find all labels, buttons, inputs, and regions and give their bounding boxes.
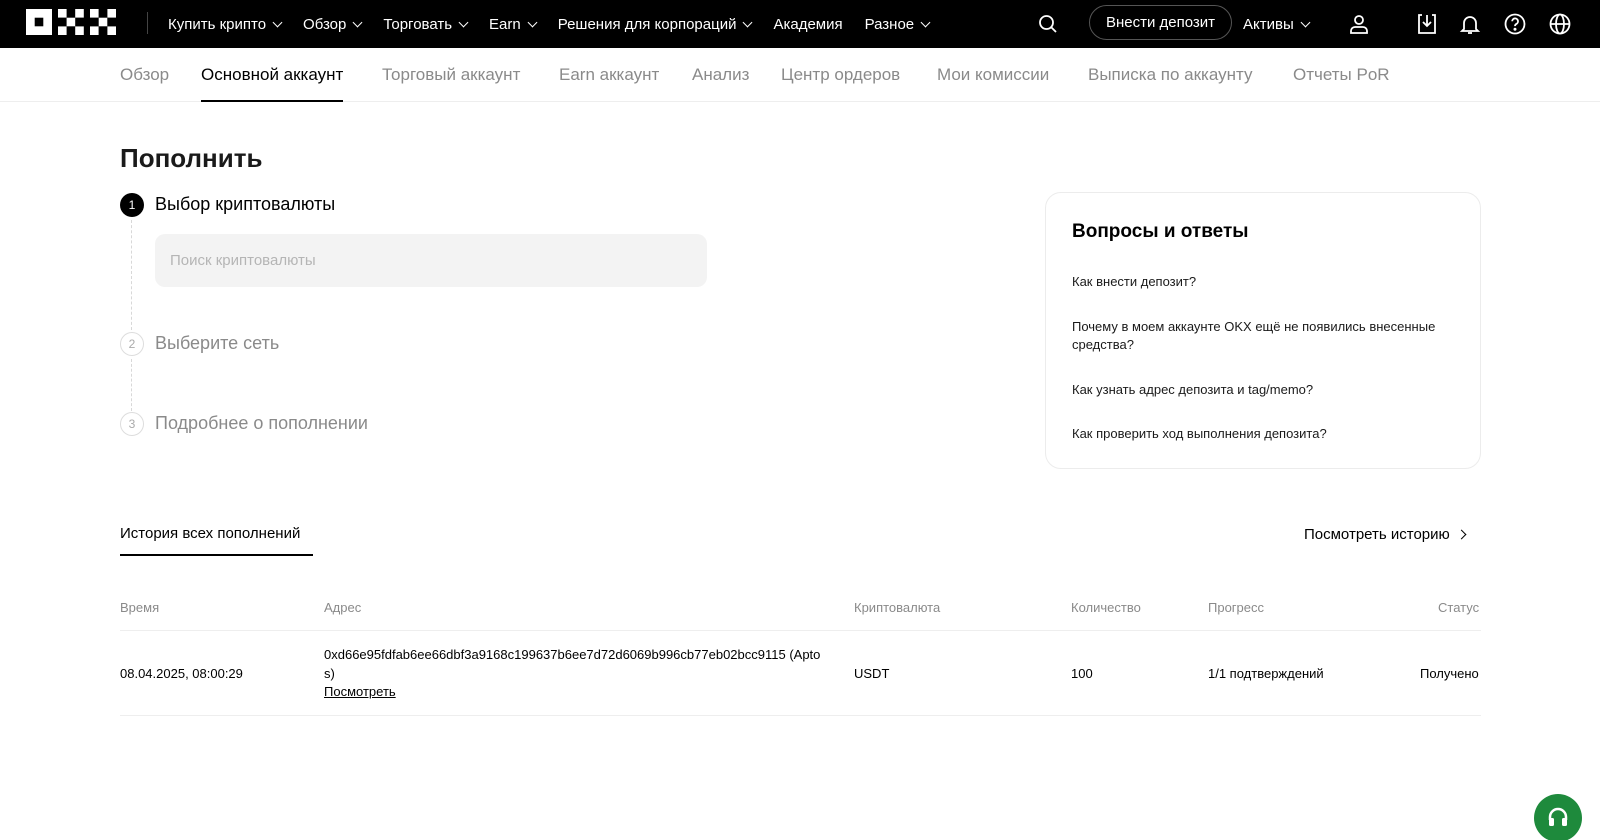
nav-label: Разное xyxy=(864,15,915,33)
step-1-number: 1 xyxy=(120,193,144,217)
nav-overview[interactable]: Обзор xyxy=(303,15,363,33)
nav-more[interactable]: Разное xyxy=(864,15,931,33)
nav-buy-crypto[interactable]: Купить крипто xyxy=(168,15,283,33)
subtab-earn-account[interactable]: Earn аккаунт xyxy=(559,48,659,102)
nav-divider xyxy=(147,12,148,34)
subtab-analysis[interactable]: Анализ xyxy=(692,48,749,102)
faq-title: Вопросы и ответы xyxy=(1072,221,1249,242)
nav-label: Академия xyxy=(773,15,843,33)
chevron-down-icon xyxy=(920,17,931,27)
column-header-status: Статус xyxy=(1438,600,1480,615)
nav-earn[interactable]: Earn xyxy=(489,15,538,33)
column-header-currency: Криптовалюта xyxy=(854,600,941,615)
nav-academy[interactable]: Академия xyxy=(773,16,842,33)
column-header-address: Адрес xyxy=(324,600,362,615)
column-header-progress: Прогресс xyxy=(1208,600,1265,615)
chevron-down-icon xyxy=(527,17,538,27)
row-progress: 1/1 подтверждений xyxy=(1208,666,1324,681)
history-tab[interactable]: История всех пополнений xyxy=(120,525,300,542)
step-3-number: 3 xyxy=(120,412,144,436)
step-connector xyxy=(131,359,132,411)
subtab-main-account[interactable]: Основной аккаунт xyxy=(201,48,344,102)
nav-label: Решения для корпораций xyxy=(557,15,737,33)
table-row-divider xyxy=(120,715,1481,716)
nav-label: Торговать xyxy=(383,15,453,33)
subtab-trading-account[interactable]: Торговый аккаунт xyxy=(382,48,520,102)
step-3-label: Подробнее о пополнении xyxy=(155,413,368,433)
faq-card: Вопросы и ответы Как внести депозит? Поч… xyxy=(1045,192,1481,469)
nav-label: Обзор xyxy=(303,15,347,33)
search-icon[interactable] xyxy=(1036,12,1060,36)
chevron-down-icon xyxy=(272,17,283,27)
row-time: 08.04.2025, 08:00:29 xyxy=(120,666,243,681)
nav-label: Купить крипто xyxy=(168,15,267,33)
subtab-por-reports[interactable]: Отчеты PoR xyxy=(1293,48,1390,102)
chevron-down-icon xyxy=(1300,17,1311,27)
download-icon[interactable] xyxy=(1415,12,1439,36)
deposit-button[interactable]: Внести депозит xyxy=(1089,5,1232,40)
subtab-overview[interactable]: Обзор xyxy=(120,48,169,102)
account-subtabs: Обзор Основной аккаунт Торговый аккаунт … xyxy=(0,48,1600,102)
row-status: Получено xyxy=(1420,666,1479,681)
chevron-down-icon xyxy=(352,17,363,27)
chevron-down-icon xyxy=(743,17,753,27)
step-2-label: Выберите сеть xyxy=(155,333,280,353)
step-2-number: 2 xyxy=(120,332,144,356)
row-address: 0xd66e95fdfab6ee66dbf3a9168c199637b6ee7d… xyxy=(324,647,821,681)
step-connector xyxy=(131,220,132,330)
support-chat-button[interactable] xyxy=(1534,794,1582,840)
column-header-amount: Количество xyxy=(1071,600,1141,615)
subtab-account-statement[interactable]: Выписка по аккаунту xyxy=(1088,48,1252,102)
faq-link-funds-not-arrived[interactable]: Почему в моем аккаунте OKX ещё не появил… xyxy=(1072,318,1462,354)
globe-icon[interactable] xyxy=(1548,12,1572,36)
crypto-search-input[interactable] xyxy=(155,234,707,287)
view-history-link[interactable]: Посмотреть историю xyxy=(1304,526,1467,543)
column-header-time: Время xyxy=(120,600,160,615)
okx-logo-icon[interactable] xyxy=(26,9,116,35)
history-tab-underline xyxy=(120,554,313,556)
bell-icon[interactable] xyxy=(1458,12,1482,36)
help-icon[interactable] xyxy=(1503,12,1527,36)
main-nav: Купить крипто Обзор Торговать Earn Решен… xyxy=(168,0,951,48)
nav-corporate[interactable]: Решения для корпораций xyxy=(557,15,753,33)
chevron-down-icon xyxy=(458,17,469,27)
top-navbar: Купить крипто Обзор Торговать Earn Решен… xyxy=(0,0,1600,48)
nav-label: Earn xyxy=(489,15,521,33)
row-amount: 100 xyxy=(1071,666,1093,681)
headset-icon xyxy=(1548,807,1568,826)
subtab-order-center[interactable]: Центр ордеров xyxy=(781,48,900,102)
subtab-my-fees[interactable]: Мои комиссии xyxy=(937,48,1049,102)
page-title: Пополнить xyxy=(120,143,263,173)
assets-label: Активы xyxy=(1243,15,1294,33)
nav-trade[interactable]: Торговать xyxy=(383,15,469,33)
chevron-right-icon xyxy=(1456,529,1467,540)
table-header-divider xyxy=(120,630,1481,631)
view-history-label: Посмотреть историю xyxy=(1304,526,1450,543)
faq-link-how-to-deposit[interactable]: Как внести депозит? xyxy=(1072,273,1462,291)
user-icon[interactable] xyxy=(1347,12,1371,36)
step-1-label: Выбор криптовалюты xyxy=(155,194,336,214)
row-currency: USDT xyxy=(854,666,890,681)
faq-link-deposit-progress[interactable]: Как проверить ход выполнения депозита? xyxy=(1072,425,1462,443)
assets-menu[interactable]: Активы xyxy=(1243,0,1311,48)
faq-link-deposit-address[interactable]: Как узнать адрес депозита и tag/memo? xyxy=(1072,381,1462,399)
row-view-link[interactable]: Посмотреть xyxy=(324,684,396,699)
